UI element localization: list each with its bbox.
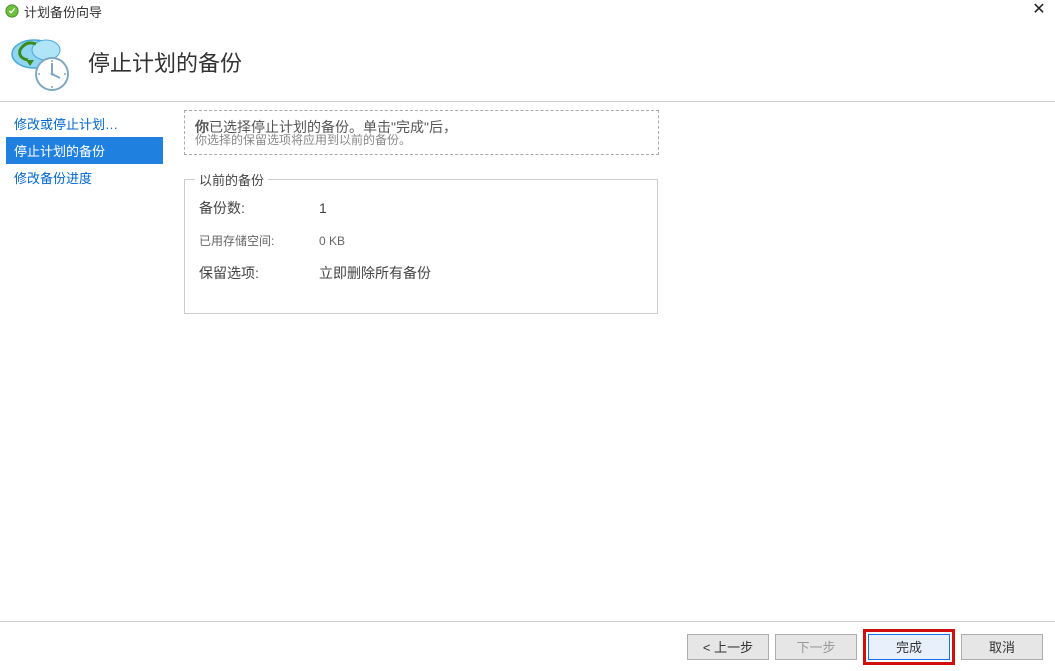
backup-count-value: 1 (319, 200, 327, 216)
cancel-button[interactable]: 取消 (961, 634, 1043, 660)
row-used-space: 已用存储空间: 0 KB (199, 232, 643, 249)
previous-backups-group: 以前的备份 备份数: 1 已用存储空间: 0 KB 保留选项: 立即删除所有备份 (184, 179, 658, 314)
row-retention: 保留选项: 立即删除所有备份 (199, 263, 643, 283)
sidebar: 修改或停止计划… 停止计划的备份 修改备份进度 (0, 102, 170, 621)
retention-value: 立即删除所有备份 (319, 263, 431, 283)
prev-button[interactable]: < 上一步 (687, 634, 769, 660)
next-button: 下一步 (775, 634, 857, 660)
group-legend: 以前的备份 (195, 170, 268, 189)
used-space-label: 已用存储空间: (199, 232, 319, 249)
wizard-footer: < 上一步 下一步 完成 取消 (0, 621, 1055, 671)
sidebar-item-modify-or-stop[interactable]: 修改或停止计划… (6, 110, 163, 137)
wizard-header: 停止计划的备份 (0, 22, 1055, 102)
finish-highlight-frame: 完成 (863, 629, 955, 665)
row-backup-count: 备份数: 1 (199, 198, 643, 218)
retention-label: 保留选项: (199, 263, 319, 283)
close-icon[interactable]: ✕ (1029, 0, 1049, 18)
app-icon (4, 3, 20, 19)
finish-button[interactable]: 完成 (868, 634, 950, 660)
window-title: 计划备份向导 (24, 2, 102, 21)
page-title: 停止计划的备份 (88, 46, 242, 78)
titlebar: 计划备份向导 ✕ (0, 0, 1055, 22)
wizard-body: 修改或停止计划… 停止计划的备份 修改备份进度 你已选择停止计划的备份。单击"完… (0, 102, 1055, 621)
sidebar-item-modify-progress[interactable]: 修改备份进度 (6, 164, 163, 191)
sidebar-item-stop-schedule[interactable]: 停止计划的备份 (6, 137, 163, 164)
backup-count-label: 备份数: (199, 198, 319, 218)
content-area: 你已选择停止计划的备份。单击"完成"后， 你选择的保留选项将应用到以前的备份。 … (170, 102, 1055, 621)
instruction-panel: 你已选择停止计划的备份。单击"完成"后， 你选择的保留选项将应用到以前的备份。 (184, 110, 659, 155)
wizard-header-icon (8, 30, 72, 94)
used-space-value: 0 KB (319, 234, 345, 248)
